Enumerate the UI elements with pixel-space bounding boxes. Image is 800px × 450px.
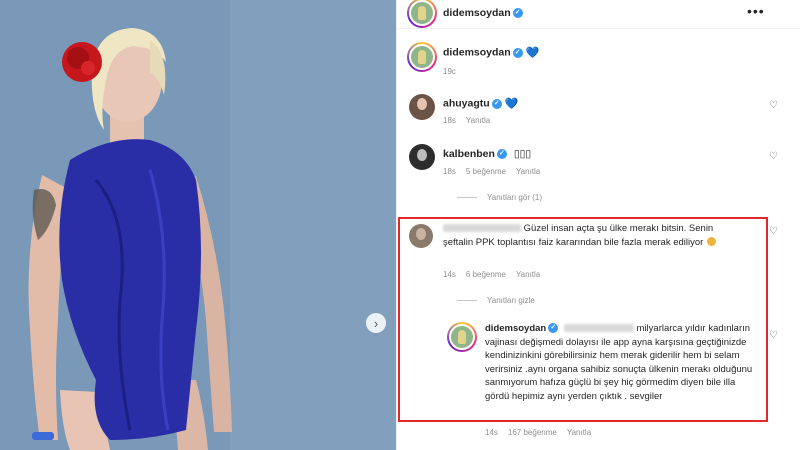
- blue-heart-icon: 💙: [504, 98, 519, 110]
- view-replies-link[interactable]: Yanıtları gör (1): [457, 193, 552, 202]
- like-heart-icon[interactable]: ♡: [769, 226, 778, 237]
- more-options-icon[interactable]: •••: [747, 3, 765, 19]
- caption-time: 19c: [443, 67, 456, 76]
- caption-username[interactable]: didemsoydan ✓ 💙: [443, 46, 539, 59]
- reply-meta: 14s 167 beğenme Yanıtla: [485, 428, 601, 437]
- reply-link[interactable]: Yanıtla: [466, 116, 490, 125]
- comment-text: ▯▯▯: [513, 148, 532, 160]
- comment-username-text[interactable]: ahuyagtu: [443, 97, 490, 109]
- comment-username-text[interactable]: kalbenben: [443, 148, 495, 160]
- thread-line: [457, 197, 477, 199]
- comment-likes[interactable]: 5 beğenme: [466, 167, 506, 176]
- header-username[interactable]: didemsoydan ✓: [443, 7, 523, 19]
- commenter-avatar[interactable]: [409, 94, 435, 120]
- verified-icon: ✓: [496, 149, 507, 160]
- caption-username-text[interactable]: didemsoydan: [443, 46, 511, 58]
- caption-avatar[interactable]: [407, 42, 437, 72]
- highlight-box: [398, 217, 768, 422]
- header-divider: [397, 28, 800, 29]
- view-replies-text[interactable]: Yanıtları gör (1): [487, 193, 542, 202]
- comment-time: 18s: [443, 116, 456, 125]
- like-heart-icon[interactable]: ♡: [769, 100, 778, 111]
- verified-icon: ✓: [491, 98, 502, 109]
- post-photo: ›: [0, 0, 396, 450]
- blue-heart-icon: 💙: [525, 47, 540, 59]
- chevron-right-icon: ›: [373, 315, 379, 331]
- reply-link[interactable]: Yanıtla: [567, 428, 591, 437]
- reply-link[interactable]: Yanıtla: [516, 167, 540, 176]
- header-username-text[interactable]: didemsoydan: [443, 7, 511, 19]
- like-heart-icon[interactable]: ♡: [769, 330, 778, 341]
- author-avatar[interactable]: [407, 0, 437, 28]
- verified-icon: ✓: [512, 47, 523, 58]
- comment-username[interactable]: kalbenben ✓ ▯▯▯: [443, 148, 531, 160]
- photo-illustration: [0, 0, 396, 450]
- reply-time: 14s: [485, 428, 498, 437]
- comment-time: 18s: [443, 167, 456, 176]
- comment-username[interactable]: ahuyagtu ✓ 💙: [443, 97, 518, 110]
- like-heart-icon[interactable]: ♡: [769, 151, 778, 162]
- comment-meta: 18s Yanıtla: [443, 116, 500, 125]
- comment-meta: 18s 5 beğenme Yanıtla: [443, 167, 550, 176]
- next-image-button[interactable]: ›: [366, 313, 386, 333]
- commenter-avatar[interactable]: [409, 144, 435, 170]
- verified-icon: ✓: [512, 8, 523, 19]
- reply-likes[interactable]: 167 beğenme: [508, 428, 557, 437]
